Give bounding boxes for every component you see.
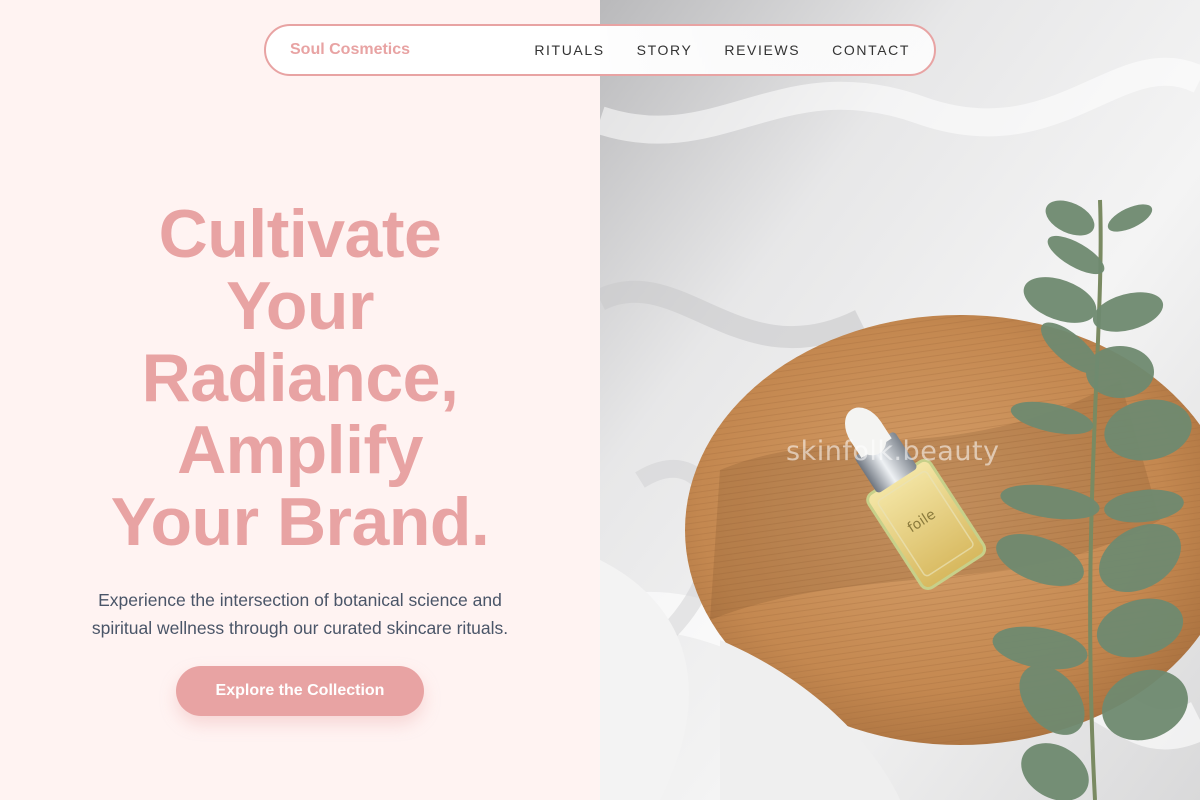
hero-title-line: Amplify: [177, 412, 423, 488]
hero-panel: Cultivate Your Radiance, Amplify Your Br…: [0, 0, 600, 800]
nav-link-contact[interactable]: CONTACT: [832, 26, 910, 74]
hero-title-line: Radiance,: [141, 340, 459, 416]
nav-link-reviews[interactable]: REVIEWS: [724, 26, 800, 74]
brand-logo[interactable]: Soul Cosmetics: [290, 26, 410, 74]
product-photo-illustration: foile: [600, 0, 1200, 800]
hero-title-line: Your Brand.: [110, 484, 490, 560]
nav-link-story[interactable]: STORY: [637, 26, 693, 74]
hero-title-line: Your: [226, 268, 374, 344]
nav-links: RITUALS STORY REVIEWS CONTACT: [534, 26, 910, 74]
hero-subtitle: Experience the intersection of botanical…: [91, 590, 509, 638]
nav-link-rituals[interactable]: RITUALS: [534, 26, 604, 74]
explore-collection-button[interactable]: Explore the Collection: [176, 666, 424, 716]
hero-title: Cultivate Your Radiance, Amplify Your Br…: [0, 198, 600, 558]
hero-title-line: Cultivate: [158, 196, 442, 272]
product-photo: foile skinfolk.beauty: [600, 0, 1200, 800]
photo-watermark: skinfolk.beauty: [786, 436, 1000, 467]
top-navigation: Soul Cosmetics RITUALS STORY REVIEWS CON…: [264, 24, 936, 76]
hero-section: Cultivate Your Radiance, Amplify Your Br…: [0, 198, 600, 716]
